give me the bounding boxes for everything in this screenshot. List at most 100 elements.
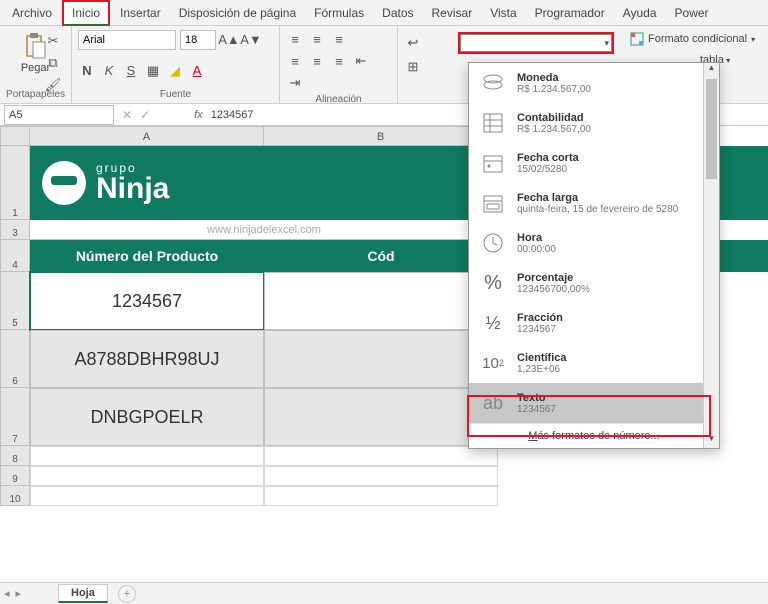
cell-B6[interactable] <box>264 330 498 388</box>
align-center-icon[interactable]: ≡ <box>308 52 326 70</box>
align-middle-icon[interactable]: ≡ <box>308 30 326 48</box>
font-group-label: Fuente <box>78 87 273 103</box>
cell-A6[interactable]: A8788DBHR98UJ <box>30 330 264 388</box>
alignment-group-label: Alineación <box>286 92 391 108</box>
row-header-7[interactable]: 7 <box>0 388 30 446</box>
formula-enter-icon[interactable]: ✓ <box>136 108 154 122</box>
format-sample: 123456700,00% <box>517 284 590 295</box>
cut-icon[interactable]: ✂ <box>44 32 62 50</box>
menu-insertar[interactable]: Insertar <box>112 2 169 24</box>
format-short-date[interactable]: Fecha corta15/02/5280 <box>469 143 719 183</box>
scroll-up-icon[interactable]: ▲ <box>704 63 719 77</box>
font-family-select[interactable] <box>78 30 176 50</box>
cell-B8[interactable] <box>264 446 498 466</box>
font-color-icon[interactable]: A <box>188 62 206 80</box>
tab-prev-icon[interactable]: ◂ <box>4 587 10 600</box>
sheet-tab-hoja[interactable]: Hoja <box>58 584 108 603</box>
menu-inicio[interactable]: Inicio <box>62 0 110 26</box>
chevron-down-icon: ▾ <box>751 35 755 44</box>
highlight-box-texto <box>467 395 711 437</box>
increase-font-icon[interactable]: A▲ <box>220 30 238 48</box>
cell-A10[interactable] <box>30 486 264 506</box>
select-all-corner[interactable] <box>0 126 30 146</box>
name-box[interactable]: A5 <box>4 105 114 125</box>
align-right-icon[interactable]: ≡ <box>330 52 348 70</box>
format-accounting[interactable]: ContabilidadR$ 1.234.567,00 <box>469 103 719 143</box>
indent-increase-icon[interactable]: ⇥ <box>286 74 304 92</box>
cell-B7[interactable] <box>264 388 498 446</box>
column-header-A[interactable]: A <box>30 126 264 146</box>
watermark-url: www.ninjadelexcel.com <box>30 220 498 240</box>
format-scientific[interactable]: 102 Científica1,23E+06 <box>469 343 719 383</box>
row-header-10[interactable]: 10 <box>0 486 30 506</box>
format-painter-icon[interactable]: 🖌 <box>44 76 62 94</box>
align-top-icon[interactable]: ≡ <box>286 30 304 48</box>
menu-power[interactable]: Power <box>667 2 717 24</box>
row-header-9[interactable]: 9 <box>0 466 30 486</box>
formula-value[interactable]: 1234567 <box>211 109 254 121</box>
font-size-select[interactable] <box>180 30 216 50</box>
scroll-thumb[interactable] <box>706 79 717 179</box>
decrease-font-icon[interactable]: A▼ <box>242 30 260 48</box>
format-name: Fracción <box>517 312 563 324</box>
ninja-logo-icon <box>42 161 86 205</box>
copy-icon[interactable]: ⧉ <box>44 54 62 72</box>
cell-B9[interactable] <box>264 466 498 486</box>
formula-cancel-icon[interactable]: ✕ <box>118 108 136 122</box>
underline-button[interactable]: S <box>122 62 140 80</box>
menu-developer[interactable]: Programador <box>527 2 613 24</box>
ledger-icon <box>479 109 507 137</box>
italic-button[interactable]: K <box>100 62 118 80</box>
row-header-8[interactable]: 8 <box>0 446 30 466</box>
format-sample: R$ 1.234.567,00 <box>517 124 591 135</box>
row-header-3[interactable]: 3 <box>0 220 30 240</box>
add-sheet-button[interactable]: + <box>118 585 136 603</box>
conditional-formatting-button[interactable]: Formato condicional ▾ <box>630 32 755 46</box>
menu-page-layout[interactable]: Disposición de página <box>171 2 304 24</box>
menu-bar: Archivo Inicio Insertar Disposición de p… <box>0 0 768 26</box>
cell-B10[interactable] <box>264 486 498 506</box>
format-name: Fecha larga <box>517 192 678 204</box>
cell-A8[interactable] <box>30 446 264 466</box>
table-header-code: Cód <box>264 240 498 272</box>
row-header-4[interactable]: 4 <box>0 240 30 272</box>
format-name: Porcentaje <box>517 272 590 284</box>
wrap-text-icon[interactable]: ↩ <box>404 34 422 52</box>
row-header-6[interactable]: 6 <box>0 330 30 388</box>
format-time[interactable]: Hora00:00:00 <box>469 223 719 263</box>
cell-B5[interactable] <box>264 272 498 330</box>
format-name: Científica <box>517 352 567 364</box>
table-row: A8788DBHR98UJ <box>30 330 498 388</box>
conditional-formatting-label: Formato condicional <box>648 33 747 45</box>
menu-view[interactable]: Vista <box>482 2 524 24</box>
bold-button[interactable]: N <box>78 62 96 80</box>
cell-A5[interactable]: 1234567 <box>30 272 264 330</box>
cell-A7[interactable]: DNBGPOELR <box>30 388 264 446</box>
format-percent[interactable]: % Porcentaje123456700,00% <box>469 263 719 303</box>
indent-decrease-icon[interactable]: ⇤ <box>352 52 370 70</box>
scrollbar[interactable]: ▲ ▼ <box>703 63 719 448</box>
row-header-1[interactable]: 1 <box>0 146 30 220</box>
table-grid-icon <box>630 32 644 46</box>
number-format-dropdown[interactable]: ▾ <box>458 32 614 54</box>
menu-data[interactable]: Datos <box>374 2 421 24</box>
coin-icon <box>479 69 507 97</box>
format-fraction[interactable]: ½ Fracción1234567 <box>469 303 719 343</box>
format-long-date[interactable]: Fecha largaquinta-feira, 15 de fevereiro… <box>469 183 719 223</box>
align-left-icon[interactable]: ≡ <box>286 52 304 70</box>
column-header-B[interactable]: B <box>264 126 498 146</box>
menu-review[interactable]: Revisar <box>424 2 481 24</box>
fx-icon[interactable]: fx <box>154 109 211 121</box>
menu-archivo[interactable]: Archivo <box>4 2 60 24</box>
menu-help[interactable]: Ayuda <box>615 2 665 24</box>
row-header-5[interactable]: 5 <box>0 272 30 330</box>
align-bottom-icon[interactable]: ≡ <box>330 30 348 48</box>
cell-A9[interactable] <box>30 466 264 486</box>
merge-icon[interactable]: ⊞ <box>404 58 422 76</box>
format-currency[interactable]: MonedaR$ 1.234.567,00 <box>469 63 719 103</box>
tab-next-icon[interactable]: ▸ <box>16 587 22 600</box>
table-row: DNBGPOELR <box>30 388 498 446</box>
fill-color-icon[interactable]: ◢ <box>166 62 184 80</box>
menu-formulas[interactable]: Fórmulas <box>306 2 372 24</box>
borders-icon[interactable]: ▦ <box>144 62 162 80</box>
